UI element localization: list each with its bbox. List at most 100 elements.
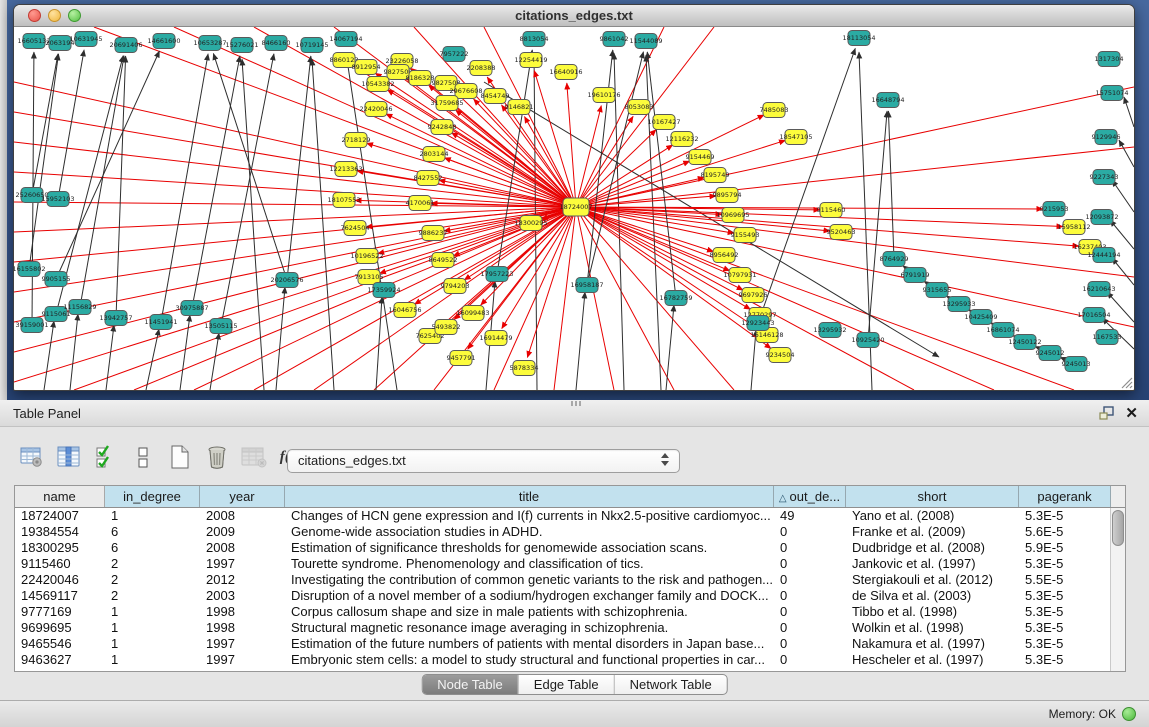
tab-edge-table[interactable]: Edge Table	[519, 675, 615, 694]
new-column-icon[interactable]	[166, 444, 194, 470]
table-cell[interactable]: Yano et al. (2008)	[846, 508, 1019, 524]
graph-edge[interactable]	[58, 50, 84, 199]
graph-edge[interactable]	[161, 54, 208, 322]
graph-node[interactable]: 18547105	[779, 130, 812, 145]
graph-node[interactable]: 9697926	[739, 288, 768, 303]
table-cell[interactable]: Structural magnetic resonance image aver…	[285, 620, 774, 636]
graph-node[interactable]: 16046756	[388, 303, 421, 318]
graph-node[interactable]: 11544089	[629, 34, 662, 49]
table-cell[interactable]: 5.3E-5	[1019, 652, 1111, 668]
table-row[interactable]: 946554611997Estimation of the future num…	[15, 636, 1125, 652]
splitpane-grip[interactable]	[571, 401, 581, 406]
table-cell[interactable]: 0	[774, 588, 846, 604]
close-button[interactable]	[28, 9, 41, 22]
graph-node[interactable]: 8195749	[701, 168, 730, 183]
graph-node[interactable]: 15751074	[1095, 86, 1128, 101]
graph-node[interactable]: 10425409	[964, 310, 997, 325]
graph-node[interactable]: 13295933	[942, 297, 975, 312]
float-panel-icon[interactable]	[1099, 406, 1115, 421]
table-cell[interactable]: Hescheler et al. (1997)	[846, 652, 1019, 668]
table-cell[interactable]: 1	[105, 636, 200, 652]
table-cell[interactable]: Corpus callosum shape and size in male p…	[285, 604, 774, 620]
graph-node[interactable]: 7485083	[760, 103, 789, 118]
graph-edge[interactable]	[567, 83, 576, 207]
table-row[interactable]: 1938455462009Genome-wide association stu…	[15, 524, 1125, 540]
graph-node[interactable]: 9520463	[827, 225, 856, 240]
graph-node[interactable]: 17016504	[1077, 308, 1110, 323]
graph-node[interactable]: 9146821	[505, 100, 534, 115]
graph-node[interactable]: 13295932	[813, 323, 846, 338]
graph-node[interactable]: 5878334	[510, 361, 539, 376]
table-row[interactable]: 911546021997Tourette syndrome. Phenomeno…	[15, 556, 1125, 572]
graph-node[interactable]: 10925420	[851, 333, 884, 348]
table-cell[interactable]: 5.3E-5	[1019, 556, 1111, 572]
table-cell[interactable]: 1997	[200, 556, 285, 572]
graph-node[interactable]: 8764929	[880, 252, 909, 267]
table-cell[interactable]: 22420046	[15, 572, 105, 588]
graph-node[interactable]: 20206576	[270, 273, 303, 288]
table-cell[interactable]: 0	[774, 556, 846, 572]
graph-node[interactable]: 8454749	[481, 89, 510, 104]
graph-hub-node[interactable]: 18724007	[559, 198, 592, 216]
table-cell[interactable]: 2	[105, 572, 200, 588]
column-header-in_degree[interactable]: in_degree	[105, 486, 200, 507]
graph-node[interactable]: 9905155	[42, 272, 71, 287]
table-cell[interactable]: 5.3E-5	[1019, 588, 1111, 604]
graph-node[interactable]: 5493822	[432, 320, 461, 335]
table-row[interactable]: 2242004622012Investigating the contribut…	[15, 572, 1125, 588]
graph-node[interactable]: 9242848	[428, 120, 457, 135]
graph-node[interactable]: 9154469	[686, 150, 715, 165]
table-cell[interactable]: 2	[105, 556, 200, 572]
table-cell[interactable]: 0	[774, 652, 846, 668]
table-row[interactable]: 1830029562008Estimation of significance …	[15, 540, 1125, 556]
table-cell[interactable]: 0	[774, 540, 846, 556]
graph-node[interactable]: 16958187	[570, 278, 603, 293]
table-row[interactable]: 1872400712008Changes of HCN gene express…	[15, 508, 1125, 524]
column-header-pagerank[interactable]: pagerank	[1019, 486, 1111, 507]
graph-node[interactable]: 9457791	[447, 351, 476, 366]
table-cell[interactable]: 5.3E-5	[1019, 636, 1111, 652]
table-cell[interactable]: Embryonic stem cells: a model to study s…	[285, 652, 774, 668]
table-cell[interactable]: 2012	[200, 572, 285, 588]
graph-node[interactable]: 16640916	[549, 65, 582, 80]
graph-edge[interactable]	[497, 50, 532, 274]
graph-node[interactable]: 12254419	[514, 53, 547, 68]
graph-node[interactable]: 7957222	[440, 47, 469, 62]
table-cell[interactable]: 2008	[200, 508, 285, 524]
table-cell[interactable]: 1	[105, 604, 200, 620]
zoom-button[interactable]	[68, 9, 81, 22]
table-cell[interactable]: Changes of HCN gene expression and I(f) …	[285, 508, 774, 524]
table-row[interactable]: 1456911722003Disruption of a novel membe…	[15, 588, 1125, 604]
graph-node[interactable]: 9155493	[731, 228, 760, 243]
graph-node[interactable]: 39159001	[15, 318, 48, 333]
table-cell[interactable]: 19384554	[15, 524, 105, 540]
graph-node[interactable]: 13942757	[99, 311, 132, 326]
graph-edge[interactable]	[888, 111, 894, 259]
table-cell[interactable]: 5.3E-5	[1019, 508, 1111, 524]
table-cell[interactable]: Estimation of the future numbers of pati…	[285, 636, 774, 652]
table-cell[interactable]: 2008	[200, 540, 285, 556]
graph-node[interactable]: 9129946	[1092, 130, 1121, 145]
graph-edge[interactable]	[192, 56, 240, 308]
table-cell[interactable]: 5.3E-5	[1019, 604, 1111, 620]
minimize-button[interactable]	[48, 9, 61, 22]
graph-node[interactable]: 10719145	[295, 38, 328, 53]
table-cell[interactable]: 1997	[200, 636, 285, 652]
table-cell[interactable]: 2009	[200, 524, 285, 540]
graph-node[interactable]: 8956492	[710, 248, 739, 263]
vertical-scrollbar[interactable]	[1110, 508, 1125, 672]
graph-node[interactable]: 9886237	[419, 226, 448, 241]
table-cell[interactable]: 5.5E-5	[1019, 572, 1111, 588]
graph-edge[interactable]	[576, 140, 786, 207]
graph-node[interactable]: 12116232	[665, 132, 698, 147]
column-header-name[interactable]: name	[15, 486, 105, 507]
graph-node[interactable]: 1167533	[1093, 330, 1122, 345]
graph-node[interactable]: 9215953	[1040, 202, 1069, 217]
graph-node[interactable]: 9245013	[1062, 357, 1091, 372]
table-cell[interactable]: 0	[774, 604, 846, 620]
graph-node[interactable]: 9895794	[713, 188, 742, 203]
graph-edge[interactable]	[221, 54, 274, 326]
graph-node[interactable]: 12213363	[329, 162, 362, 177]
graph-node[interactable]: 16782759	[659, 291, 692, 306]
graph-node[interactable]: 20691406	[109, 38, 142, 53]
